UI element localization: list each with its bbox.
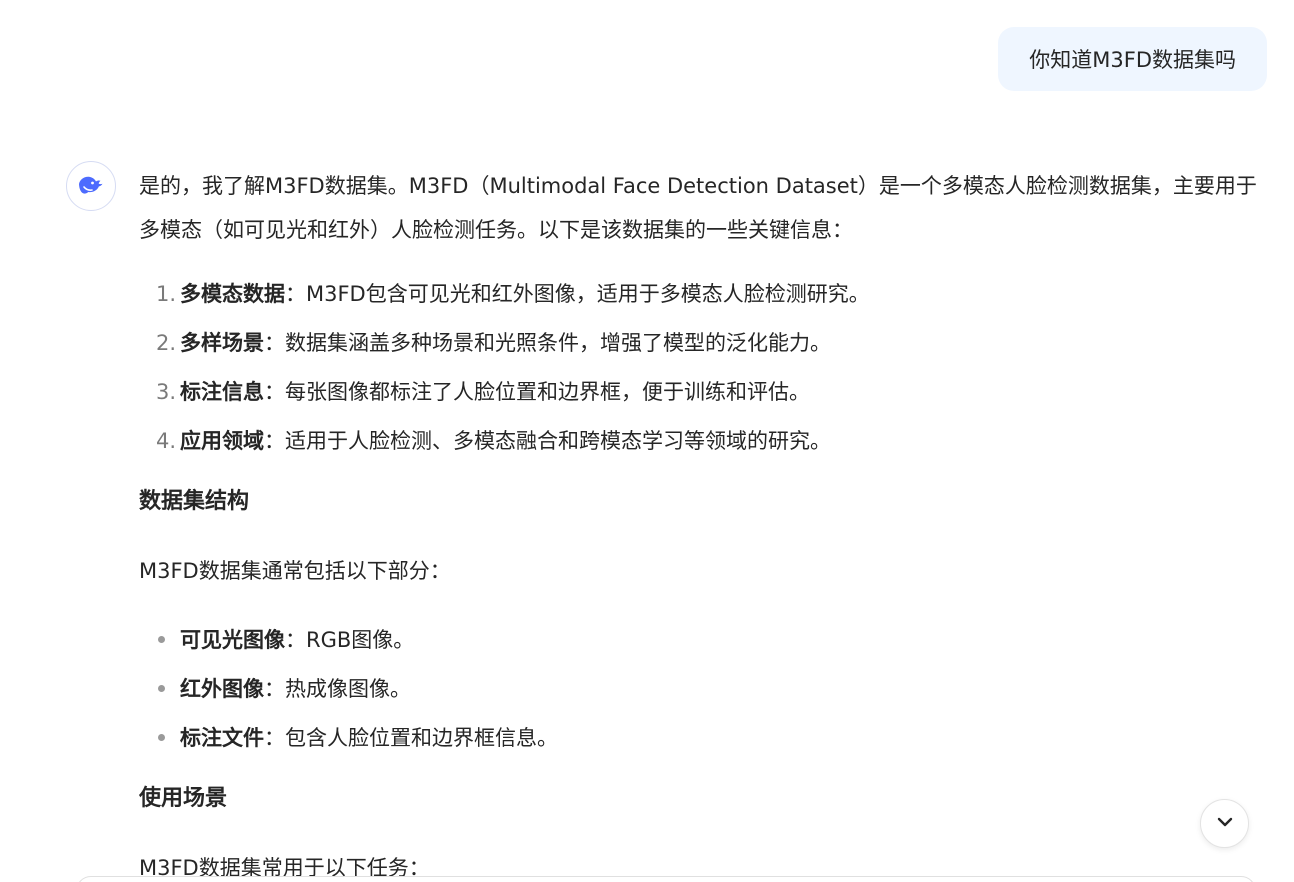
assistant-avatar <box>66 161 116 211</box>
part-text: ：RGB图像。 <box>285 627 415 652</box>
list-item: 2. 多样场景 ：数据集涵盖多种场景和光照条件，增强了模型的泛化能力。 <box>139 318 1264 367</box>
list-item: 4. 应用领域 ：适用于人脸检测、多模态融合和跨模态学习等领域的研究。 <box>139 416 1264 465</box>
point-text: ：适用于人脸检测、多模态融合和跨模态学习等领域的研究。 <box>264 428 831 453</box>
point-text: ：每张图像都标注了人脸位置和边界框，便于训练和评估。 <box>264 379 810 404</box>
part-title: 可见光图像 <box>180 627 285 652</box>
list-item: 可见光图像 ：RGB图像。 <box>139 615 1264 664</box>
key-points-list: 1. 多模态数据 ：M3FD包含可见光和红外图像，适用于多模态人脸检测研究。 2… <box>139 269 1264 465</box>
structure-heading: 数据集结构 <box>139 489 250 514</box>
structure-intro: M3FD数据集通常包括以下部分： <box>139 559 451 583</box>
chat-area: 你知道M3FD数据集吗 是的，我了解M3FD数据集。M3FD（Multimoda… <box>0 0 1294 882</box>
list-number: 2. <box>155 330 176 355</box>
bullet-icon <box>158 734 165 741</box>
list-number: 4. <box>155 428 176 453</box>
part-title: 红外图像 <box>180 676 264 701</box>
scroll-to-bottom-button[interactable] <box>1200 799 1249 848</box>
user-message-bubble: 你知道M3FD数据集吗 <box>998 27 1267 91</box>
point-title: 多模态数据 <box>180 281 285 306</box>
point-title: 应用领域 <box>180 428 264 453</box>
part-title: 标注文件 <box>180 725 264 750</box>
list-item: 3. 标注信息 ：每张图像都标注了人脸位置和边界框，便于训练和评估。 <box>139 367 1264 416</box>
list-number: 1. <box>155 281 176 306</box>
point-title: 标注信息 <box>180 379 264 404</box>
list-item: 标注文件 ：包含人脸位置和边界框信息。 <box>139 713 1264 762</box>
assistant-answer: 是的，我了解M3FD数据集。M3FD（Multimodal Face Detec… <box>139 164 1264 882</box>
point-title: 多样场景 <box>180 330 264 355</box>
list-item: 红外图像 ：热成像图像。 <box>139 664 1264 713</box>
message-input-box[interactable] <box>76 876 1256 882</box>
bullet-icon <box>158 636 165 643</box>
chevron-down-icon <box>1214 811 1236 837</box>
bullet-icon <box>158 685 165 692</box>
part-text: ：包含人脸位置和边界框信息。 <box>264 725 558 750</box>
point-text: ：数据集涵盖多种场景和光照条件，增强了模型的泛化能力。 <box>264 330 831 355</box>
user-message-text: 你知道M3FD数据集吗 <box>1029 48 1236 72</box>
answer-intro: 是的，我了解M3FD数据集。M3FD（Multimodal Face Detec… <box>139 174 1257 242</box>
list-number: 3. <box>155 379 176 404</box>
whale-logo-icon <box>76 169 106 203</box>
list-item: 1. 多模态数据 ：M3FD包含可见光和红外图像，适用于多模态人脸检测研究。 <box>139 269 1264 318</box>
point-text: ：M3FD包含可见光和红外图像，适用于多模态人脸检测研究。 <box>285 281 870 306</box>
structure-list: 可见光图像 ：RGB图像。 红外图像 ：热成像图像。 标注文件 ：包含人脸位置和… <box>139 615 1264 762</box>
part-text: ：热成像图像。 <box>264 676 411 701</box>
usage-heading: 使用场景 <box>139 786 228 811</box>
